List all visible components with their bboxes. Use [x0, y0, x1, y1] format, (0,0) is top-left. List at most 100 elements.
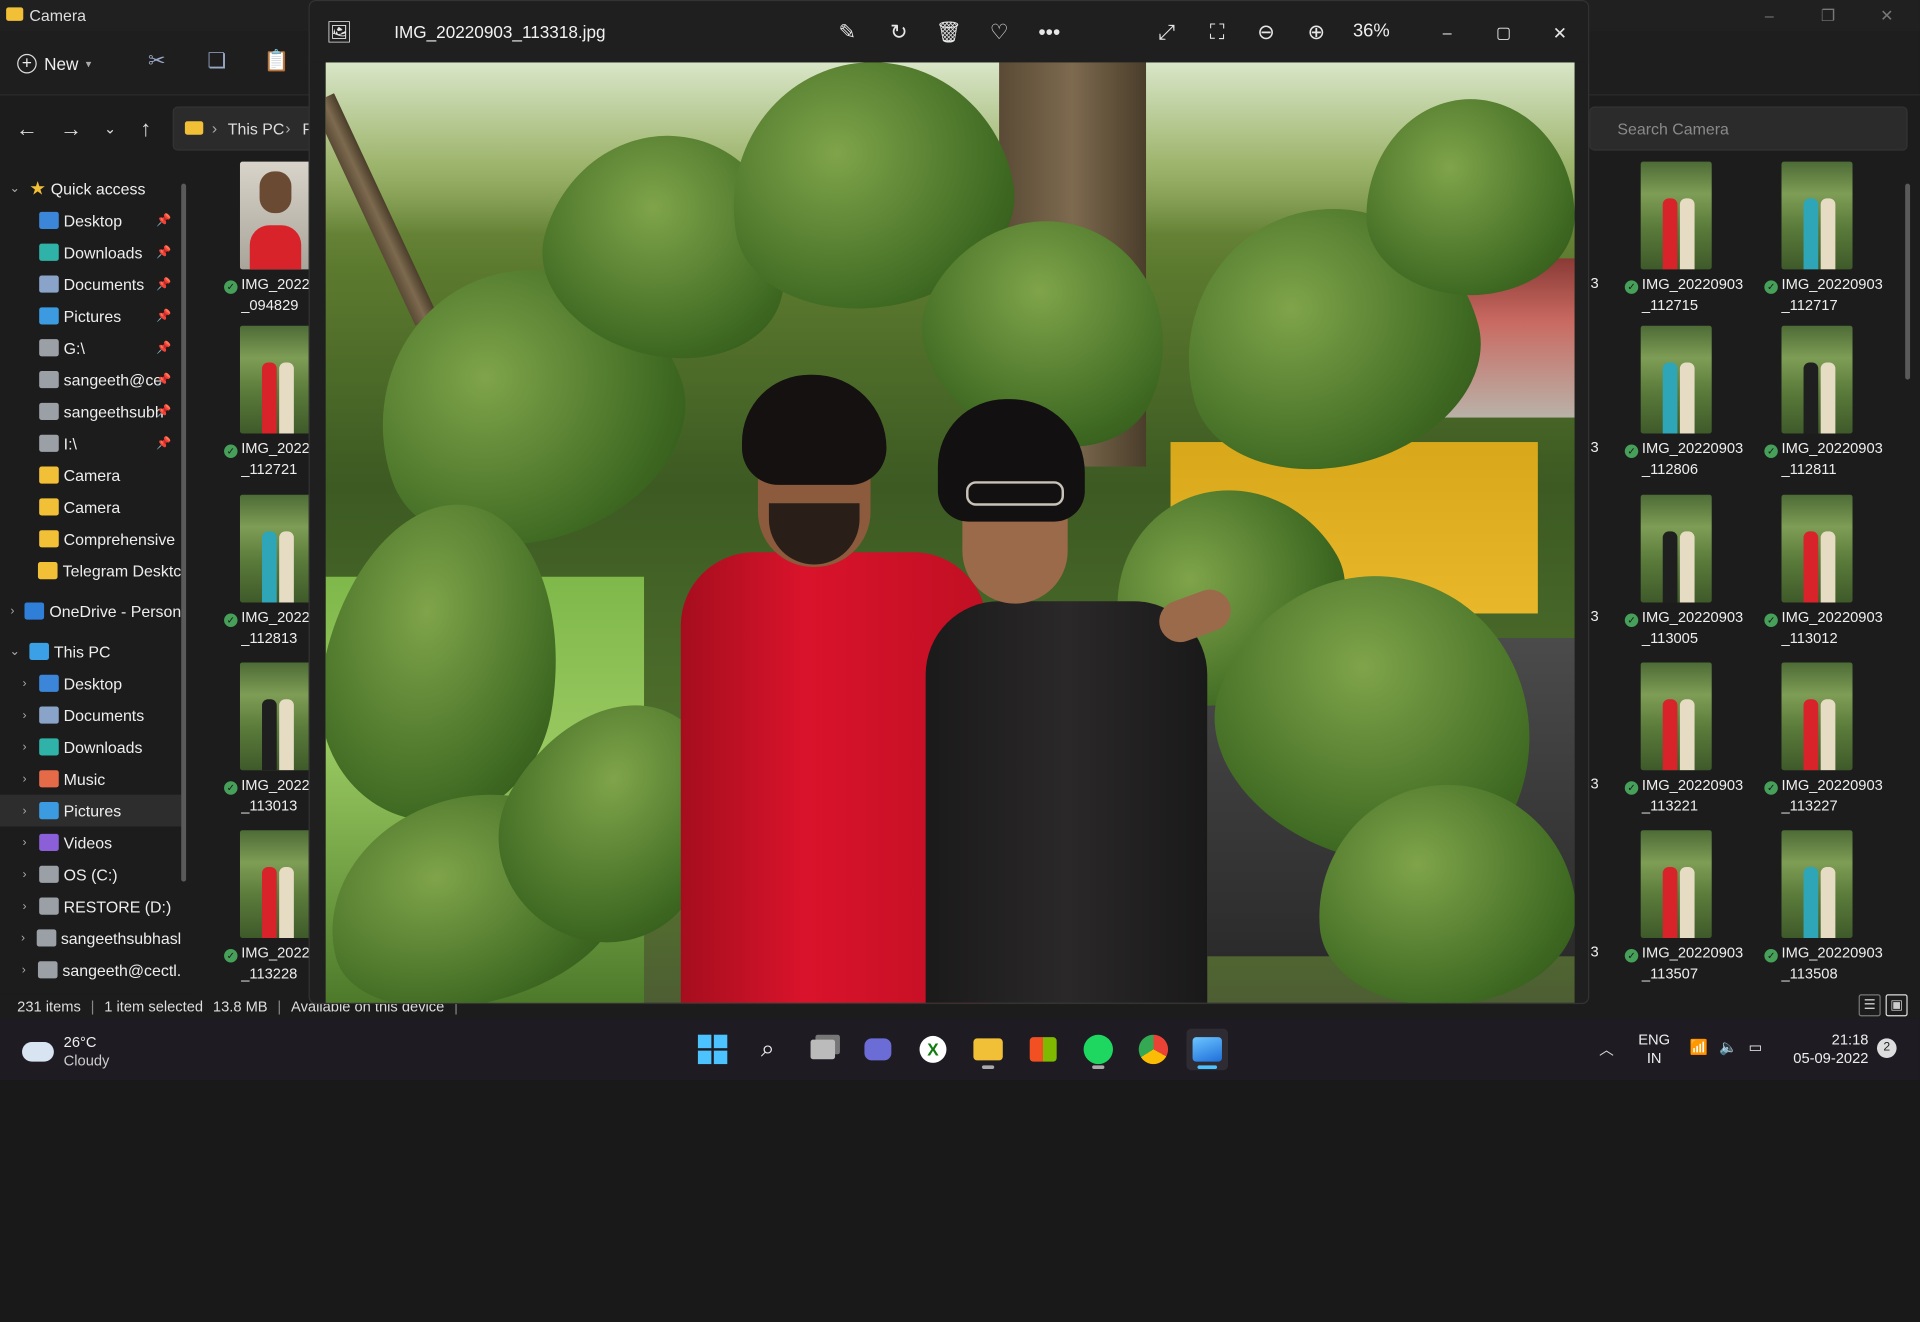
zoom-in-icon[interactable]: ⊕: [1300, 17, 1332, 49]
file-name-label[interactable]: ✓ IMG_20220903 _113221: [1624, 775, 1762, 817]
favorite-icon[interactable]: ♡: [983, 17, 1015, 49]
zoom-out-icon[interactable]: ⊖: [1250, 17, 1282, 49]
spotify-button[interactable]: [1077, 1029, 1119, 1071]
sidebar-item-sangeethsubhasl[interactable]: › sangeethsubhasl: [0, 922, 181, 954]
file-thumbnail[interactable]: [1781, 830, 1853, 938]
language-indicator[interactable]: ENG IN: [1636, 1031, 1673, 1068]
chevron-icon[interactable]: ›: [17, 804, 32, 817]
sidebar-item-g-drive[interactable]: G:\ 📌: [0, 332, 181, 364]
start-button[interactable]: [692, 1029, 734, 1071]
paste-icon[interactable]: 📋: [262, 49, 291, 78]
file-thumbnail[interactable]: [239, 161, 311, 270]
chevron-icon[interactable]: ›: [17, 740, 32, 753]
delete-icon[interactable]: 🗑: [933, 17, 965, 49]
rotate-icon[interactable]: ↻: [883, 17, 915, 49]
file-name-label[interactable]: ✓ IMG_20220903 _113005: [1624, 607, 1762, 649]
chevron-icon[interactable]: ›: [17, 868, 32, 881]
file-thumbnail[interactable]: [239, 494, 311, 603]
store-button[interactable]: [1022, 1029, 1064, 1071]
chevron-icon[interactable]: ›: [17, 836, 32, 849]
sidebar-item-telegram-desktop[interactable]: Telegram Desktc: [0, 555, 181, 587]
search-taskbar-button[interactable]: ⌕: [747, 1029, 789, 1071]
file-thumbnail[interactable]: [1640, 161, 1712, 270]
sidebar-item-pc-music[interactable]: › Music: [0, 763, 181, 795]
file-thumbnail[interactable]: [239, 325, 311, 434]
minimize-button[interactable]: –: [1431, 17, 1463, 49]
recent-chevron-icon[interactable]: ⌄: [96, 114, 125, 143]
cut-icon[interactable]: ✂: [142, 49, 171, 78]
sidebar-item-network-sangeethsubh[interactable]: sangeethsubh 📌: [0, 396, 181, 428]
zoom-level[interactable]: 36%: [1353, 21, 1390, 42]
sidebar-item-pc-videos[interactable]: › Videos: [0, 827, 181, 859]
battery-icon[interactable]: ▭: [1748, 1038, 1762, 1055]
edit-image-icon[interactable]: ✎: [831, 17, 863, 49]
file-thumbnail[interactable]: [1781, 662, 1853, 771]
file-name-label[interactable]: ✓ IMG_20220903 _112806: [1624, 438, 1762, 480]
file-name-label[interactable]: ✓ IMG_20220903 _112717: [1764, 274, 1901, 316]
chevron-icon[interactable]: ›: [17, 899, 32, 912]
file-name-label[interactable]: ✓ IMG_20220903 _113012: [1764, 607, 1901, 649]
chevron-up-icon[interactable]: ︿: [1599, 1038, 1614, 1059]
file-thumbnail[interactable]: [1781, 494, 1853, 603]
sidebar-item-i-drive[interactable]: I:\ 📌: [0, 427, 181, 459]
wifi-icon[interactable]: 📶: [1690, 1038, 1708, 1055]
nav-quick-access[interactable]: ⌄ ★ Quick access: [0, 173, 181, 205]
minimize-button[interactable]: –: [1751, 4, 1788, 28]
file-name-label[interactable]: ✓ IMG_20220903 _113507: [1624, 943, 1762, 985]
file-thumbnail[interactable]: [1781, 325, 1853, 434]
back-icon[interactable]: ←: [12, 114, 41, 143]
sidebar-item-this-pc[interactable]: ⌄ This PC: [0, 636, 181, 668]
sidebar-item-pictures[interactable]: Pictures 📌: [0, 300, 181, 332]
sidebar-item-documents[interactable]: Documents 📌: [0, 268, 181, 300]
weather-widget[interactable]: 26°C Cloudy: [22, 1033, 109, 1070]
chevron-icon[interactable]: ›: [17, 677, 32, 690]
new-button[interactable]: + New ▾: [17, 47, 91, 81]
close-button[interactable]: ✕: [1544, 17, 1576, 49]
clock[interactable]: 21:18 05-09-2022: [1788, 1031, 1868, 1068]
sidebar-item-os-c[interactable]: › OS (C:): [0, 858, 181, 890]
content-scrollbar[interactable]: [1905, 183, 1911, 380]
sidebar-item-pc-documents[interactable]: › Documents: [0, 699, 181, 731]
sidebar-item-pc-desktop[interactable]: › Desktop: [0, 667, 181, 699]
task-view-button[interactable]: [802, 1029, 844, 1071]
fullscreen-icon[interactable]: ⤢: [1151, 17, 1183, 49]
maximize-button[interactable]: ❐: [1810, 4, 1847, 28]
sidebar-item-desktop[interactable]: Desktop 📌: [0, 204, 181, 236]
breadcrumb-this-pc[interactable]: This PC: [228, 120, 285, 138]
chevron-icon[interactable]: ›: [17, 963, 30, 976]
chrome-button[interactable]: [1133, 1029, 1175, 1071]
file-thumbnail[interactable]: [239, 662, 311, 771]
photos-app-icon[interactable]: 🖼: [323, 17, 355, 49]
sidebar-item-restore-d[interactable]: › RESTORE (D:): [0, 890, 181, 922]
file-thumbnail[interactable]: [1640, 830, 1712, 938]
sidebar-item-comprehensive[interactable]: Comprehensive: [0, 523, 181, 555]
file-name-label[interactable]: ✓ IMG_20220903 _112715: [1624, 274, 1762, 316]
copy-icon[interactable]: ❏: [202, 49, 231, 78]
sidebar-item-sangeeth-cectl[interactable]: › sangeeth@cectl.: [0, 954, 181, 986]
chevron-icon[interactable]: ›: [7, 604, 17, 617]
sidebar-item-onedrive[interactable]: › OneDrive - Person: [0, 595, 181, 627]
sidebar-item-pc-pictures[interactable]: › Pictures: [0, 794, 182, 827]
file-thumbnail[interactable]: [239, 830, 311, 938]
chevron-icon[interactable]: ›: [17, 931, 29, 944]
details-view-icon[interactable]: ☰: [1858, 994, 1881, 1017]
sidebar-item-network-sangeeth-ce[interactable]: sangeeth@ce 📌: [0, 364, 181, 396]
chevron-icon[interactable]: ›: [17, 772, 32, 785]
sidebar-item-camera-2[interactable]: Camera: [0, 491, 181, 523]
address-bar[interactable]: › This PC › P: [172, 106, 320, 151]
teams-chat-button[interactable]: [857, 1029, 899, 1071]
up-icon[interactable]: ↑: [131, 114, 160, 143]
volume-icon[interactable]: 🔈: [1719, 1038, 1737, 1055]
maximize-button[interactable]: ▢: [1488, 17, 1520, 49]
xbox-button[interactable]: X: [912, 1029, 954, 1071]
file-name-label[interactable]: ✓ IMG_20220903 _113508: [1764, 943, 1901, 985]
displayed-photo[interactable]: [325, 62, 1575, 1003]
sidebar-item-downloads[interactable]: Downloads 📌: [0, 236, 181, 268]
large-icons-view-icon[interactable]: ▣: [1885, 994, 1908, 1017]
photos-taskbar-button[interactable]: [1186, 1028, 1229, 1071]
file-explorer-taskbar-button[interactable]: [967, 1029, 1009, 1071]
forward-icon[interactable]: →: [56, 114, 85, 143]
search-input[interactable]: Search Camera: [1589, 106, 1908, 151]
chevron-icon[interactable]: ›: [17, 708, 32, 721]
sidebar-item-pc-downloads[interactable]: › Downloads: [0, 731, 181, 763]
